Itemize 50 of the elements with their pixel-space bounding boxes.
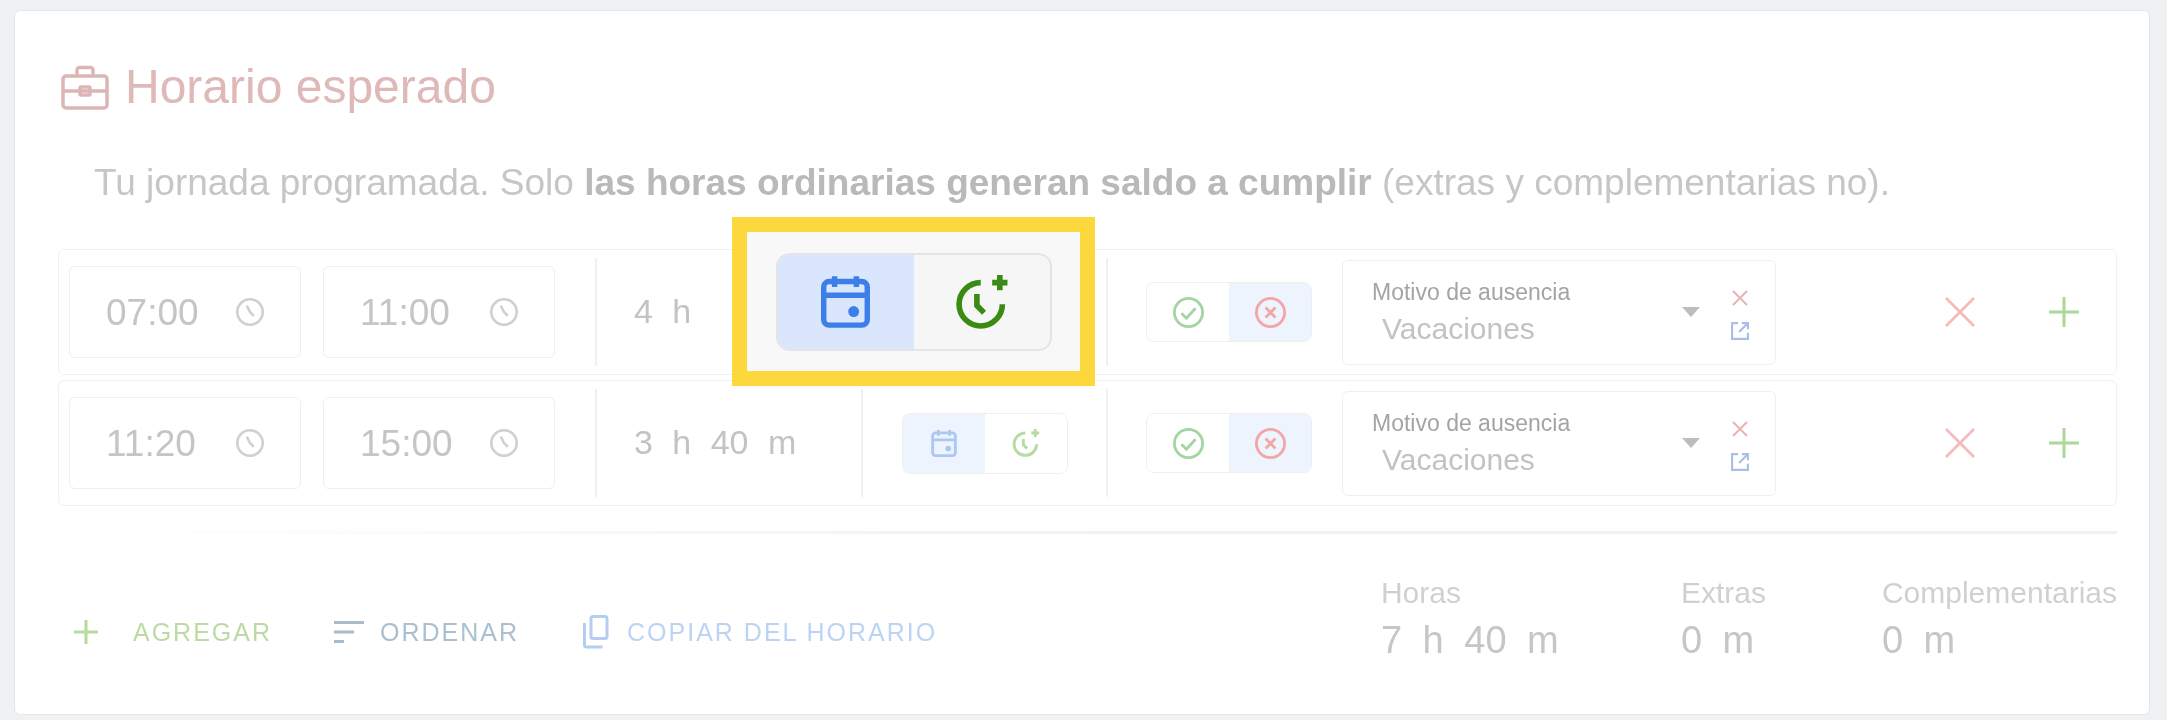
toggle-option[interactable]: [1229, 283, 1311, 341]
duration-text: 4 h: [634, 292, 692, 330]
sort-icon: [334, 621, 365, 643]
toggle-option[interactable]: [1229, 414, 1311, 472]
section-title: Horario esperado: [125, 63, 496, 111]
add-row-button[interactable]: [2049, 297, 2079, 327]
clock-icon: [236, 429, 264, 457]
plus-icon: [74, 620, 98, 644]
clear-icon[interactable]: [1732, 421, 1748, 437]
delete-row-button[interactable]: [1945, 428, 1975, 458]
calendar-icon: [930, 429, 957, 457]
caret-icon: [1682, 307, 1700, 317]
external-link-icon[interactable]: [1731, 453, 1749, 471]
x-icon: [1945, 297, 1975, 327]
x-circle-icon: [1254, 427, 1286, 459]
time-field[interactable]: 11:00: [323, 266, 555, 358]
clock-icon: [490, 298, 518, 326]
absence-select[interactable]: Motivo de ausencia Vacaciones: [1342, 259, 1776, 365]
briefcase-icon: [61, 64, 109, 110]
external-link-icon[interactable]: [1731, 322, 1749, 340]
plus-icon: [2049, 297, 2079, 327]
toggle-option[interactable]: [777, 254, 914, 349]
section-description: Tu jornada programada. Solo las horas ordinarias generan saldo a cumplir (extras y complementarias no).: [94, 163, 1891, 203]
caret-icon: [1682, 438, 1700, 448]
total-value: 7 h 40 m: [1380, 618, 1560, 663]
time-field[interactable]: 15:00: [323, 397, 555, 489]
copy-icon: [581, 615, 610, 649]
clock-icon: [490, 429, 518, 457]
check-circle-icon: [1172, 427, 1204, 459]
check-circle-icon: [1172, 296, 1204, 328]
clock-icon: [236, 298, 264, 326]
absence-select[interactable]: Motivo de ausencia Vacaciones: [1342, 390, 1776, 496]
clear-icon[interactable]: [1732, 290, 1748, 306]
total-value: 0 m: [1680, 618, 1756, 663]
time-field[interactable]: 07:00: [69, 266, 301, 358]
calendar-icon: [821, 275, 870, 328]
x-circle-icon: [1254, 296, 1286, 328]
sort-button[interactable]: ORDENAR: [334, 619, 520, 645]
duration-text: 3 h 40 m: [634, 423, 797, 461]
total-value: 0 m: [1881, 618, 1957, 663]
time-field[interactable]: 11:20: [69, 397, 301, 489]
x-icon: [1945, 428, 1975, 458]
copy-button[interactable]: COPIAR DEL HORARIO: [581, 615, 938, 649]
toggle-option[interactable]: [902, 413, 985, 473]
plus-icon: [2049, 428, 2079, 458]
clock-plus-icon: [1011, 429, 1040, 457]
add-row-button[interactable]: [2049, 428, 2079, 458]
add-button[interactable]: AGREGAR: [74, 619, 273, 645]
clock-plus-icon: [954, 274, 1009, 329]
delete-row-button[interactable]: [1945, 297, 1975, 327]
